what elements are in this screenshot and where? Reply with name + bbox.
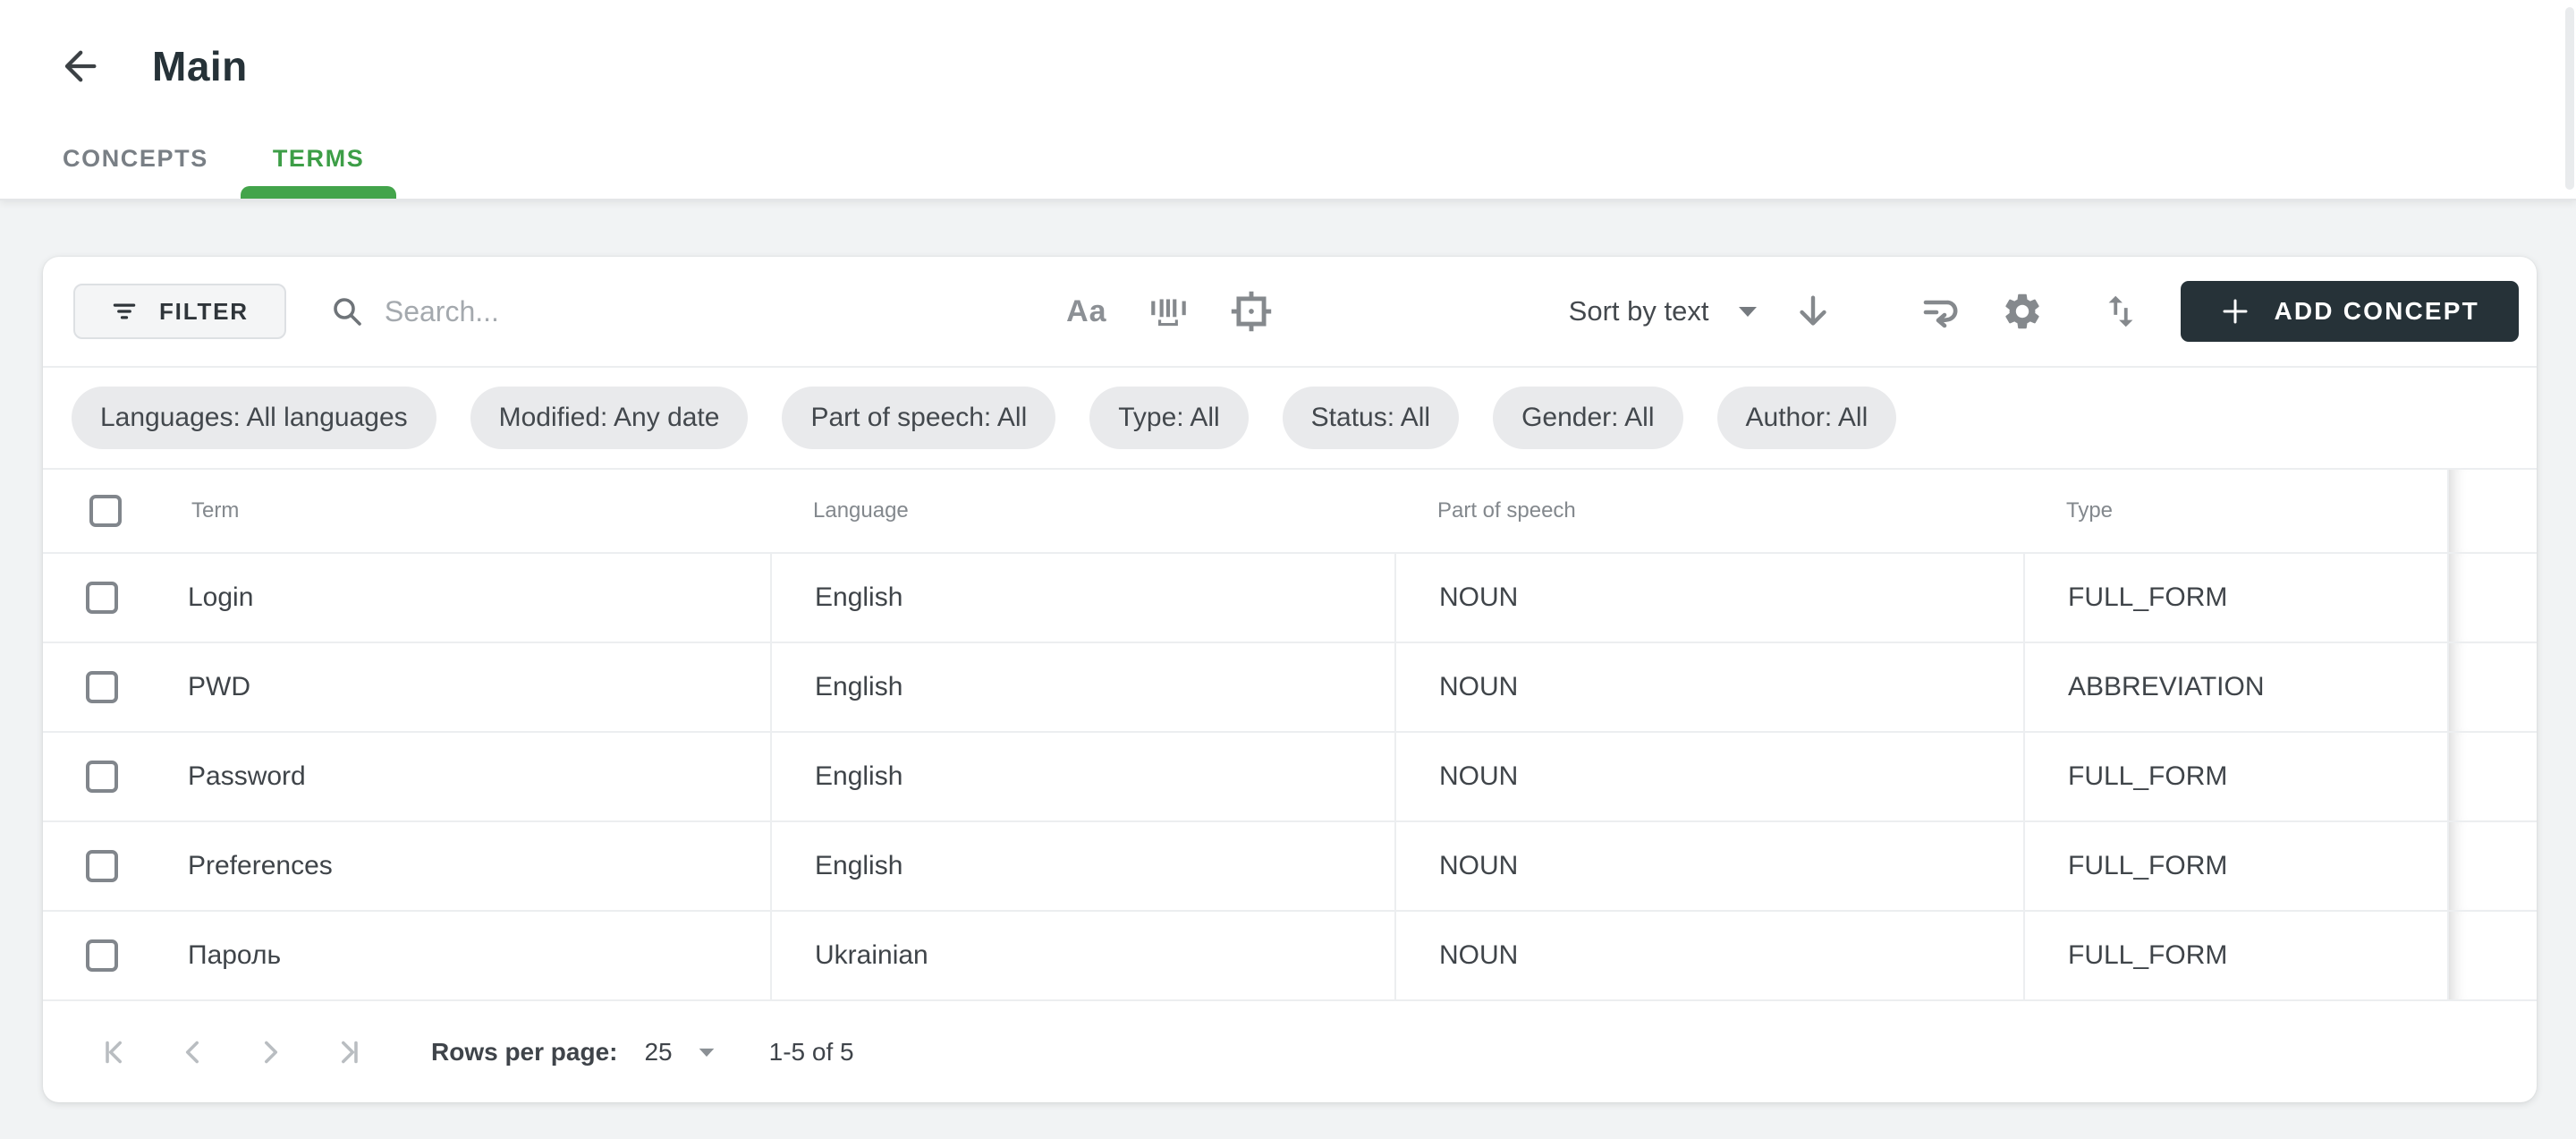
cell-language: English [770,822,1394,910]
column-header-term: Term [191,498,239,523]
toolbar: FILTER Aa [43,257,2537,366]
active-tab-indicator [241,186,397,199]
match-case-icon[interactable]: Aa [1063,287,1111,336]
move-to-bottom-icon[interactable] [1918,287,1966,336]
cell-term: Password [43,733,770,820]
caret-down-icon [1737,304,1758,319]
filter-chip[interactable]: Status: All [1283,387,1459,449]
arrow-left-icon [55,43,102,89]
tab-concepts[interactable]: CONCEPTS [30,118,241,199]
table-row[interactable]: Login English NOUN FULL_FORM [43,552,2537,642]
term-value: Login [188,582,253,613]
cell-language: English [770,554,1394,642]
settings-gear-icon[interactable] [1998,287,2046,336]
cell-pinned [2447,822,2537,910]
cell-language: Ukrainian [770,912,1394,999]
plus-icon [2220,296,2250,327]
search-input[interactable] [385,295,1029,328]
rows-per-page-label: Rows per page: [431,1038,617,1067]
rows-per-page-value[interactable]: 25 [644,1038,672,1067]
table-row[interactable]: Preferences English NOUN FULL_FORM [43,820,2537,910]
page-title: Main [152,42,248,90]
add-concept-button[interactable]: ADD CONCEPT [2181,281,2519,342]
table-row[interactable]: Пароль Ukrainian NOUN FULL_FORM [43,910,2537,999]
sort-select-value: Sort by text [1569,295,1709,327]
cell-term: Пароль [43,912,770,999]
table-row[interactable]: PWD English NOUN ABBREVIATION [43,642,2537,731]
cell-type: ABBREVIATION [2023,643,2447,731]
cell-pinned [2447,554,2537,642]
cell-pos: NOUN [1394,822,2023,910]
app-bar: Main CONCEPTS TERMS [0,0,2576,200]
table-header-term: Term [43,495,770,527]
filter-chips-row: Languages: All languages Modified: Any d… [43,366,2537,470]
cell-type: FULL_FORM [2023,822,2447,910]
term-value: PWD [188,672,250,702]
cell-term: PWD [43,643,770,731]
select-all-checkbox[interactable] [89,495,122,527]
barcode-icon[interactable] [1145,287,1193,336]
cell-type: FULL_FORM [2023,912,2447,999]
cell-pinned [2447,733,2537,820]
cell-pos: NOUN [1394,912,2023,999]
row-checkbox[interactable] [86,761,118,793]
tab-terms-label: TERMS [273,145,365,173]
pagination-range-label: 1-5 of 5 [769,1038,854,1067]
tab-concepts-label: CONCEPTS [63,145,208,173]
search-box [329,293,1029,329]
filter-chip[interactable]: Languages: All languages [72,387,436,449]
row-checkbox[interactable] [86,671,118,703]
first-page-button[interactable] [97,1033,136,1072]
focus-frame-icon[interactable] [1227,287,1275,336]
previous-page-button[interactable] [174,1033,213,1072]
add-concept-label: ADD CONCEPT [2274,297,2479,326]
cell-pinned [2447,643,2537,731]
cell-term: Preferences [43,822,770,910]
column-header-pos: Part of speech [1394,498,2023,523]
tab-terms[interactable]: TERMS [241,118,397,199]
app-bar-row: Main [0,0,2576,98]
column-header-language: Language [770,498,1394,523]
cell-pos: NOUN [1394,554,2023,642]
cell-pos: NOUN [1394,643,2023,731]
filter-icon [111,298,138,325]
page-scrollbar[interactable] [2565,7,2574,190]
table-body: Login English NOUN FULL_FORM PWD English… [43,552,2537,1001]
pinned-column-header [2447,470,2537,552]
last-page-button[interactable] [327,1033,367,1072]
table-row[interactable]: Password English NOUN FULL_FORM [43,731,2537,820]
cell-pinned [2447,912,2537,999]
search-icon [329,293,365,329]
filter-chip[interactable]: Author: All [1717,387,1897,449]
cell-type: FULL_FORM [2023,554,2447,642]
term-value: Password [188,761,306,792]
column-header-type: Type [2023,498,2447,523]
cell-type: FULL_FORM [2023,733,2447,820]
sort-select[interactable]: Sort by text [1569,295,1759,327]
row-checkbox[interactable] [86,582,118,614]
tab-bar: CONCEPTS TERMS [30,118,396,199]
filter-button-label: FILTER [159,298,249,326]
sort-direction-icon[interactable] [1789,287,1837,336]
cell-language: English [770,733,1394,820]
term-value: Пароль [188,940,281,971]
back-button[interactable] [55,43,102,89]
terms-panel: FILTER Aa [43,257,2537,1102]
table-header: Term Language Part of speech Type [43,470,2537,552]
cell-term: Login [43,554,770,642]
filter-chip[interactable]: Gender: All [1493,387,1682,449]
filter-button[interactable]: FILTER [73,284,286,339]
pagination-bar: Rows per page: 25 1-5 of 5 [43,1001,2537,1102]
row-checkbox[interactable] [86,939,118,972]
cell-language: English [770,643,1394,731]
term-value: Preferences [188,851,333,881]
row-checkbox[interactable] [86,850,118,882]
cell-pos: NOUN [1394,733,2023,820]
next-page-button[interactable] [250,1033,290,1072]
import-export-icon[interactable] [2097,287,2145,336]
rows-per-page-caret-icon[interactable] [698,1046,716,1058]
filter-chip[interactable]: Part of speech: All [782,387,1055,449]
filter-chip[interactable]: Type: All [1089,387,1248,449]
filter-chip[interactable]: Modified: Any date [470,387,749,449]
